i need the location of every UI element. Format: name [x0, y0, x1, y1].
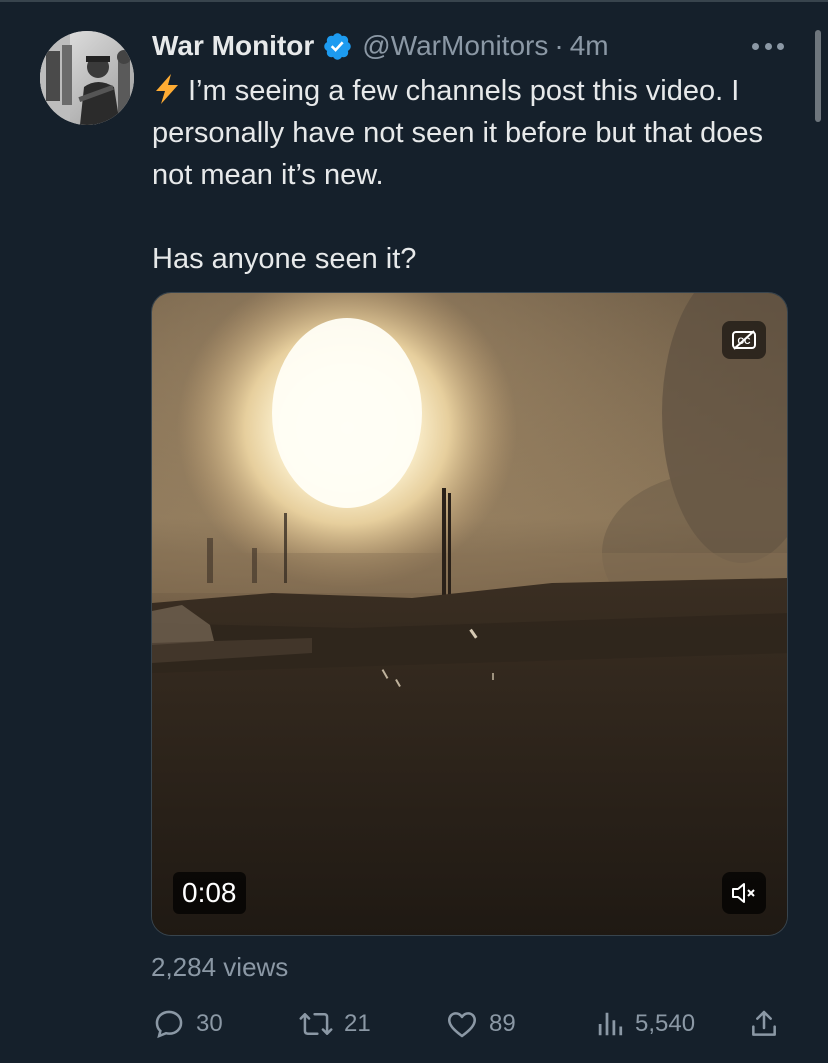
- author-handle[interactable]: @WarMonitors: [362, 30, 548, 62]
- captions-button[interactable]: CC: [722, 321, 766, 359]
- analytics-count: 5,540: [635, 1010, 696, 1037]
- muted-speaker-icon: [732, 883, 755, 903]
- view-count[interactable]: 2,284 views: [151, 952, 288, 983]
- analytics-button[interactable]: 5,540: [595, 1004, 695, 1044]
- share-button[interactable]: [748, 1004, 780, 1044]
- retweet-count: 21: [344, 1010, 371, 1037]
- reply-button[interactable]: 30: [152, 1004, 223, 1044]
- like-count: 89: [489, 1010, 516, 1037]
- tweet-text-1: I’m seeing a few channels post this vide…: [152, 75, 764, 191]
- mute-button[interactable]: [722, 872, 766, 914]
- heart-icon: [447, 1012, 477, 1038]
- tweet-text-2: Has anyone seen it?: [152, 243, 417, 275]
- reply-count: 30: [196, 1010, 223, 1037]
- like-button[interactable]: 89: [445, 1004, 516, 1044]
- tweet-timestamp[interactable]: 4m: [570, 30, 609, 62]
- lightning-icon: [156, 74, 178, 104]
- action-bar: 30 21 89 5,540: [152, 1004, 792, 1044]
- retweet-button[interactable]: 21: [298, 1004, 371, 1044]
- header-separator: ·: [554, 30, 564, 61]
- scrollbar[interactable]: [815, 30, 821, 122]
- verified-badge-icon: [324, 32, 352, 60]
- author-name[interactable]: War Monitor: [152, 30, 314, 62]
- top-divider: [0, 0, 828, 2]
- more-options-icon[interactable]: [748, 34, 788, 58]
- tweet-body: I’m seeing a few channels post this vide…: [152, 70, 802, 280]
- tweet-header: War Monitor @WarMonitors · 4m: [152, 28, 609, 64]
- analytics-icon: [598, 1012, 623, 1036]
- tweet-paragraph-1: I’m seeing a few channels post this vide…: [152, 70, 802, 196]
- avatar[interactable]: [40, 31, 134, 125]
- retweet-icon: [299, 1013, 333, 1035]
- video-frame: [152, 293, 787, 935]
- reply-icon: [155, 1010, 183, 1039]
- avatar-image: [40, 31, 134, 125]
- share-icon: [752, 1010, 776, 1036]
- captions-off-icon: CC: [732, 330, 756, 350]
- video-duration: 0:08: [173, 872, 246, 914]
- video-player[interactable]: CC 0:08: [151, 292, 788, 936]
